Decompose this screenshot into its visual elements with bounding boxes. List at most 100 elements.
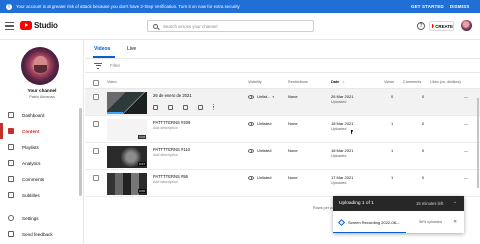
mouse-cursor	[351, 130, 353, 135]
table-row[interactable]: 0:06 PATTTTERNS #56 Add description Unli…	[85, 170, 480, 197]
views-value: 1	[391, 121, 394, 126]
sidebar-item-subtitles[interactable]: Subtitles	[0, 187, 80, 203]
tab-videos[interactable]: Videos	[94, 46, 110, 52]
comments-value: 0	[422, 121, 425, 126]
upload-percent: 56% uploaded	[419, 220, 442, 224]
video-title[interactable]: 26 de enero de 2021	[153, 93, 192, 98]
date-value: 17 Mar 2021	[331, 175, 354, 180]
column-header-date[interactable]: Date	[331, 80, 339, 84]
table-row[interactable]: 26 de enero de 2021 Unlist... ▾ None 26 …	[85, 89, 480, 116]
row-checkbox[interactable]	[93, 94, 99, 100]
upload-time-left: 15 minutes left	[416, 201, 444, 206]
table-scrollbar[interactable]	[477, 98, 479, 188]
video-description[interactable]: Add description	[153, 126, 178, 130]
video-duration: 0:06	[138, 189, 146, 193]
likes-value: —	[464, 175, 468, 180]
likes-value: —	[464, 94, 468, 99]
video-title[interactable]: PATTTTERNS #209	[153, 120, 190, 125]
upload-file-name[interactable]: Screen Recording 2022-08-...	[348, 220, 400, 225]
sidebar-item-comments[interactable]: Comments	[0, 171, 80, 187]
dismiss-button[interactable]: DISMISS	[450, 4, 469, 9]
more-options-icon[interactable]	[213, 104, 215, 110]
filter-icon[interactable]	[94, 62, 102, 69]
comments-value: 0	[422, 175, 425, 180]
sidebar-item-content[interactable]: Content	[0, 123, 80, 139]
search-box[interactable]: Search across your channel	[147, 20, 314, 32]
sidebar-scrollbar[interactable]	[79, 108, 82, 196]
comments-icon	[8, 176, 14, 182]
youtube-view-icon[interactable]	[198, 104, 203, 110]
sidebar-item-label: Dashboard	[22, 112, 45, 118]
sidebar-item-send-feedback[interactable]: Send feedback	[0, 226, 80, 242]
visibility-select[interactable]: Unlisted	[248, 148, 271, 153]
help-icon[interactable]: ?	[417, 22, 425, 30]
visibility-select[interactable]: Unlisted	[248, 121, 271, 126]
visibility-value: Unlisted	[257, 175, 272, 180]
video-thumbnail[interactable]: 0:06	[107, 173, 147, 195]
channel-avatar[interactable]	[21, 47, 59, 85]
video-title[interactable]: PATTTTERNS #56	[153, 174, 188, 179]
eye-icon	[248, 148, 254, 153]
studio-logo[interactable]: Studio	[20, 21, 58, 30]
date-status: Uploaded	[331, 154, 347, 158]
get-started-button[interactable]: GET STARTED	[411, 4, 444, 9]
account-avatar[interactable]	[461, 20, 472, 31]
video-title[interactable]: PATTTTERNS #110	[153, 147, 190, 152]
video-thumbnail[interactable]	[107, 92, 147, 114]
channel-title: Your channel	[27, 88, 57, 93]
analytics-icon[interactable]	[168, 104, 173, 110]
video-duration: 0:07	[138, 162, 146, 166]
select-all-checkbox[interactable]	[93, 80, 99, 86]
chevron-up-icon[interactable]: ^	[454, 200, 456, 205]
menu-icon[interactable]	[5, 22, 14, 30]
column-header-comments[interactable]: Comments	[403, 80, 421, 84]
feedback-icon	[8, 231, 14, 237]
row-checkbox[interactable]	[93, 175, 99, 181]
video-description[interactable]: Add description	[153, 180, 178, 184]
comments-icon[interactable]	[183, 104, 188, 110]
close-icon[interactable]: ✕	[453, 219, 457, 225]
restrictions-value: None	[288, 175, 298, 180]
column-header-restrictions[interactable]: Restrictions	[288, 80, 308, 84]
visibility-value: Unlisted	[257, 121, 272, 126]
table-row[interactable]: 0:07 PATTTTERNS #110 Add description Unl…	[85, 143, 480, 170]
column-header-visibility[interactable]: Visibility	[248, 80, 262, 84]
visibility-select[interactable]: Unlist... ▾	[248, 94, 274, 99]
sidebar-item-label: Playlists	[22, 144, 39, 150]
sidebar-item-label: Content	[22, 128, 40, 134]
pencil-icon[interactable]	[337, 218, 346, 226]
edit-details-icon[interactable]	[153, 104, 158, 110]
row-checkbox[interactable]	[93, 148, 99, 154]
sidebar-item-playlists[interactable]: Playlists	[0, 139, 80, 155]
filter-bar[interactable]: Filter	[85, 59, 480, 73]
search-input[interactable]: Search across your channel	[163, 24, 217, 29]
video-description[interactable]: Add description	[153, 153, 178, 157]
column-header-views[interactable]: Views	[384, 80, 394, 84]
views-value: 1	[391, 148, 394, 153]
table-row[interactable]: 0:06 PATTTTERNS #209 Add description Unl…	[85, 116, 480, 143]
youtube-play-icon	[20, 21, 32, 30]
upload-progress-panel: Uploading 1 of 1 15 minutes left ^ Scree…	[333, 196, 464, 233]
eye-icon	[248, 175, 254, 180]
create-button[interactable]: CREATE	[429, 21, 454, 31]
sidebar-item-analytics[interactable]: Analytics	[0, 155, 80, 171]
subtitles-icon	[8, 192, 14, 198]
video-thumbnail[interactable]: 0:06	[107, 119, 147, 141]
views-value: 0	[391, 94, 394, 99]
video-thumbnail[interactable]: 0:07	[107, 146, 147, 168]
gear-icon	[8, 215, 14, 221]
row-checkbox[interactable]	[93, 121, 99, 127]
sidebar-item-settings[interactable]: Settings	[0, 210, 80, 226]
app-header: Studio Search across your channel ? CREA…	[0, 13, 480, 40]
date-status: Uploaded	[331, 181, 347, 185]
sort-arrow-icon[interactable]: ↓	[343, 80, 345, 84]
banner-message: Your account is at greater risk of attac…	[16, 4, 240, 9]
sidebar-item-dashboard[interactable]: Dashboard	[0, 107, 80, 123]
visibility-select[interactable]: Unlisted	[248, 175, 271, 180]
chevron-down-icon[interactable]: ▾	[272, 95, 274, 99]
filter-input[interactable]: Filter	[110, 63, 120, 68]
tab-live[interactable]: Live	[127, 46, 136, 52]
column-header-likes[interactable]: Likes (vs. dislikes)	[430, 80, 461, 84]
logo-text: Studio	[34, 21, 58, 30]
sidebar-item-label: Subtitles	[22, 192, 40, 198]
